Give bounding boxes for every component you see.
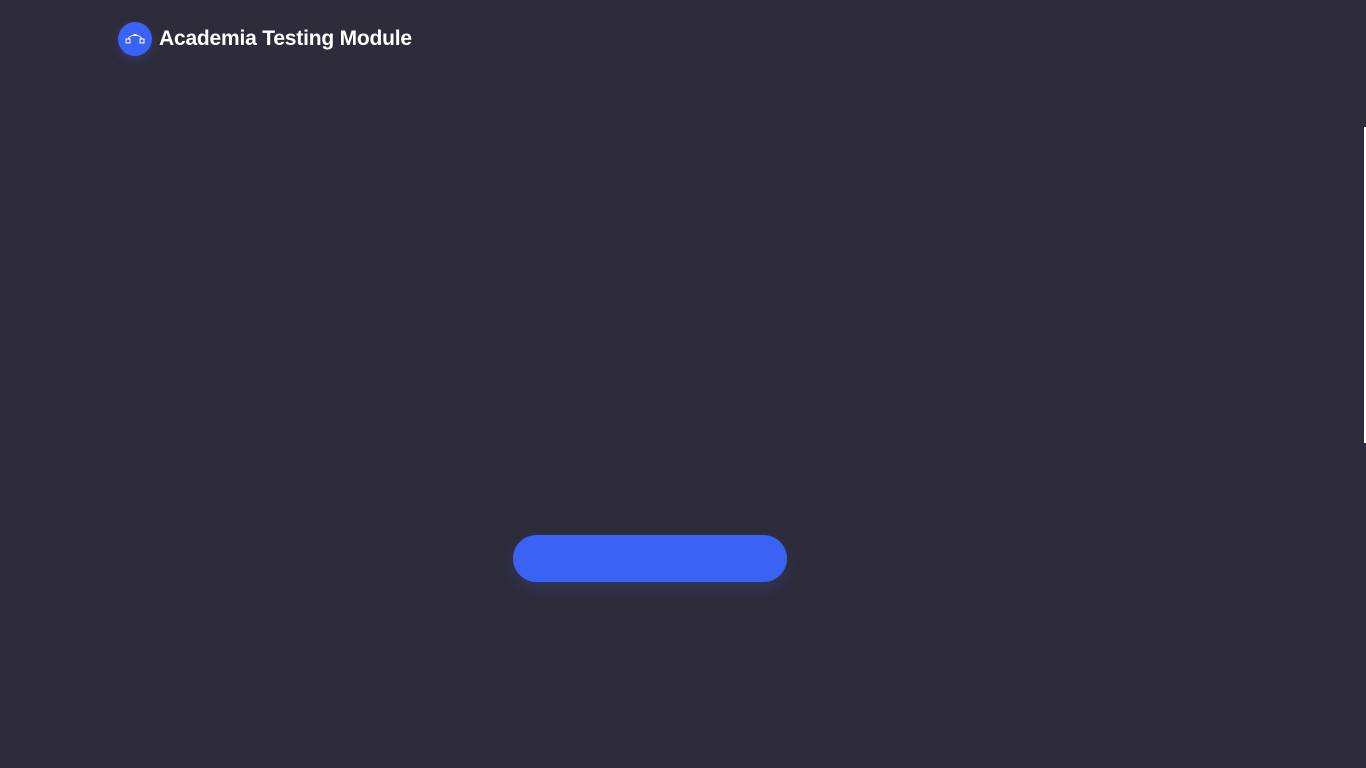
app-header: Academia Testing Module: [118, 22, 412, 56]
app-title: Academia Testing Module: [159, 27, 412, 50]
node-graph-icon: [118, 22, 152, 56]
primary-button[interactable]: [513, 535, 787, 582]
page: Academia Testing Module: [0, 0, 1366, 768]
node-graph-icon-glyph: [125, 34, 145, 44]
